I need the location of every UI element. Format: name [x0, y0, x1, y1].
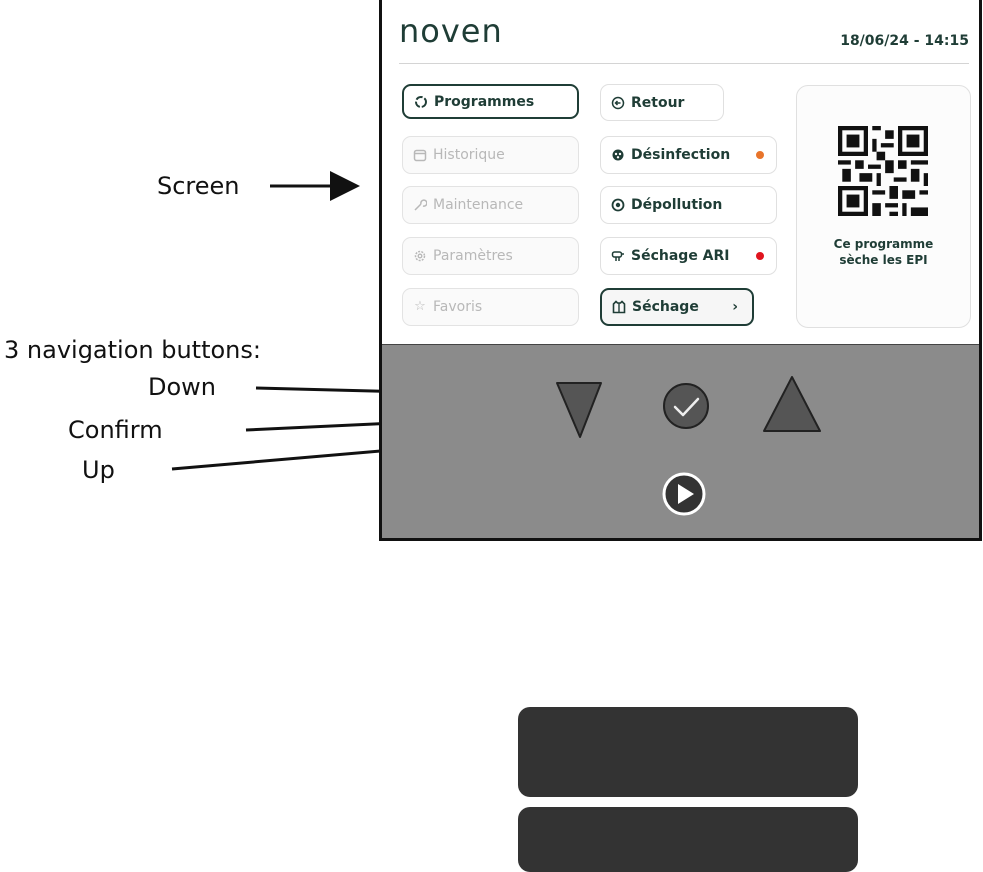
menu-sechage-ari-label: Séchage ARI — [631, 248, 730, 264]
red-status-dot — [756, 252, 764, 260]
nav-buttons-callout-label: 3 navigation buttons: — [4, 336, 261, 364]
menu-depollution-label: Dépollution — [631, 197, 723, 213]
calendar-icon — [413, 148, 427, 162]
back-arrow-icon — [611, 96, 625, 110]
mask-icon — [611, 249, 625, 263]
wrench-icon — [413, 198, 428, 212]
menu-parametres-label: Paramètres — [433, 248, 513, 264]
menu-retour-label: Retour — [631, 94, 685, 111]
button-panel — [382, 344, 979, 872]
noven-logo: noven — [399, 12, 503, 50]
header-divider — [399, 63, 969, 64]
menu-maintenance-label: Maintenance — [433, 197, 524, 213]
menu-historique-button[interactable]: Historique — [402, 136, 579, 174]
screen-callout-label: Screen — [157, 172, 240, 200]
chevron-right-icon: › — [732, 299, 738, 315]
gear-icon — [413, 249, 427, 263]
info-caption-line1: Ce programme — [833, 237, 934, 251]
filter-icon — [611, 198, 625, 212]
menu-sechage-ari-button[interactable]: Séchage ARI — [600, 237, 777, 275]
down-callout-label: Down — [148, 373, 217, 401]
menu-favoris-label: Favoris — [433, 299, 483, 315]
qr-code-icon — [838, 126, 928, 216]
refresh-icon — [414, 95, 428, 109]
menu-depollution-button[interactable]: Dépollution — [600, 186, 777, 224]
menu-sechage-button[interactable]: Séchage › — [600, 288, 754, 326]
jacket-icon — [612, 300, 626, 314]
confirm-callout-label: Confirm — [68, 416, 163, 444]
menu-parametres-button[interactable]: Paramètres — [402, 237, 579, 275]
menu-desinfection-button[interactable]: Désinfection — [600, 136, 777, 174]
info-caption-line2: sèche les EPI — [839, 253, 928, 267]
menu-programmes-button[interactable]: Programmes — [402, 84, 579, 119]
virus-icon — [611, 148, 625, 162]
menu-programmes-label: Programmes — [434, 93, 535, 110]
screen: noven 18/06/24 - 14:15 Programmes Histor… — [382, 0, 979, 344]
menu-favoris-button[interactable]: ☆ Favoris — [402, 288, 579, 326]
star-icon: ☆ — [414, 299, 426, 314]
menu-historique-label: Historique — [433, 147, 505, 163]
program-info-card: Ce programme sèche les EPI — [796, 85, 971, 328]
menu-maintenance-button[interactable]: Maintenance — [402, 186, 579, 224]
navigation-buttons-box — [518, 707, 858, 797]
orange-status-dot — [756, 151, 764, 159]
menu-desinfection-label: Désinfection — [631, 147, 731, 163]
menu-retour-button[interactable]: Retour — [600, 84, 724, 121]
play-button-box — [518, 807, 858, 872]
up-callout-label: Up — [82, 456, 115, 484]
datetime: 18/06/24 - 14:15 — [840, 33, 969, 49]
device-frame: noven 18/06/24 - 14:15 Programmes Histor… — [379, 0, 982, 872]
menu-sechage-label: Séchage — [632, 299, 699, 315]
